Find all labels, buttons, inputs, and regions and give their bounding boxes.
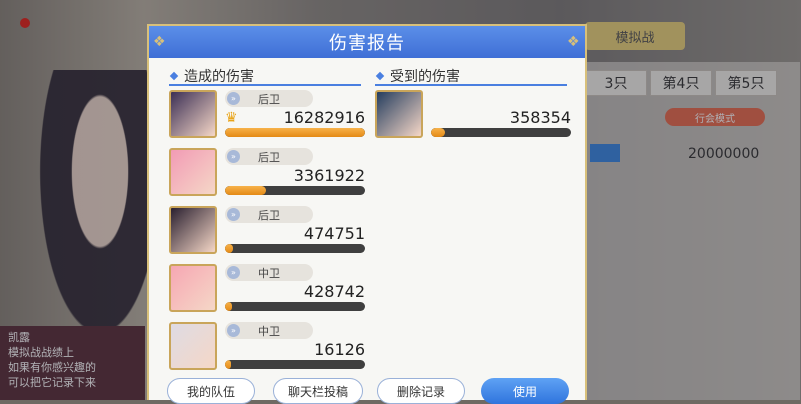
damage-value: 16282916 bbox=[283, 108, 365, 127]
character-avatar[interactable] bbox=[169, 206, 217, 254]
my-team-button[interactable]: 我的队伍 bbox=[167, 378, 255, 404]
dialog-header: 伤害报告 bbox=[149, 26, 585, 58]
position-pill: » 后卫 bbox=[225, 90, 313, 107]
damage-bar bbox=[225, 186, 365, 195]
damage-value: 474751 bbox=[303, 224, 365, 243]
damage-bar-fill bbox=[225, 302, 232, 311]
position-icon: » bbox=[227, 150, 240, 163]
unit-row: » 后卫 3361922 bbox=[169, 148, 365, 202]
damage-bar-fill bbox=[225, 128, 365, 137]
taken-section-title: 受到的伤害 bbox=[375, 66, 460, 86]
damage-bar bbox=[225, 244, 365, 253]
character-avatar[interactable] bbox=[169, 148, 217, 196]
damage-value: 16126 bbox=[314, 340, 365, 359]
damage-bar-fill bbox=[225, 244, 234, 253]
damage-bar bbox=[225, 360, 365, 369]
diamond-icon bbox=[169, 71, 179, 81]
chat-post-button[interactable]: 聊天栏投稿 bbox=[273, 378, 363, 404]
position-label: 后卫 bbox=[258, 92, 280, 106]
character-avatar[interactable] bbox=[375, 90, 423, 138]
position-label: 后卫 bbox=[258, 208, 280, 222]
dealt-section-title: 造成的伤害 bbox=[169, 66, 254, 86]
character-avatar[interactable] bbox=[169, 322, 217, 370]
position-label: 后卫 bbox=[258, 150, 280, 164]
unit-row: » 中卫 16126 bbox=[169, 322, 365, 376]
crown-icon: ♛ bbox=[225, 110, 238, 126]
position-pill: » 后卫 bbox=[225, 206, 313, 223]
position-icon: » bbox=[227, 208, 240, 221]
damage-bar-fill bbox=[431, 128, 445, 137]
position-pill: » 中卫 bbox=[225, 264, 313, 281]
section-underline bbox=[169, 84, 361, 86]
position-label: 中卫 bbox=[258, 266, 280, 280]
position-pill: » 中卫 bbox=[225, 322, 313, 339]
use-button[interactable]: 使用 bbox=[481, 378, 569, 404]
character-avatar[interactable] bbox=[169, 264, 217, 312]
unit-row: 358354 bbox=[375, 90, 571, 144]
damage-bar bbox=[225, 302, 365, 311]
position-icon: » bbox=[227, 324, 240, 337]
ornament-icon: ❖ bbox=[153, 34, 166, 50]
damage-bar-fill bbox=[225, 360, 231, 369]
damage-bar bbox=[431, 128, 571, 137]
dialog-title: 伤害报告 bbox=[329, 33, 405, 54]
damage-bar-fill bbox=[225, 186, 266, 195]
unit-row: » 中卫 428742 bbox=[169, 264, 365, 318]
damage-report-dialog: 伤害报告 ❖ ❖ 造成的伤害 受到的伤害 » 后卫 ♛ 16282916 » 后卫 3361… bbox=[147, 24, 587, 404]
character-avatar[interactable] bbox=[169, 90, 217, 138]
position-pill: » 后卫 bbox=[225, 148, 313, 165]
position-icon: » bbox=[227, 92, 240, 105]
unit-row: » 后卫 474751 bbox=[169, 206, 365, 260]
position-label: 中卫 bbox=[258, 324, 280, 338]
position-icon: » bbox=[227, 266, 240, 279]
damage-value: 3361922 bbox=[293, 166, 365, 185]
damage-value: 358354 bbox=[509, 108, 571, 127]
section-underline bbox=[375, 84, 567, 86]
diamond-icon bbox=[375, 71, 385, 81]
damage-value: 428742 bbox=[303, 282, 365, 301]
unit-row: » 后卫 ♛ 16282916 bbox=[169, 90, 365, 144]
damage-bar bbox=[225, 128, 365, 137]
ornament-icon: ❖ bbox=[567, 34, 580, 50]
delete-record-button[interactable]: 删除记录 bbox=[377, 378, 465, 404]
